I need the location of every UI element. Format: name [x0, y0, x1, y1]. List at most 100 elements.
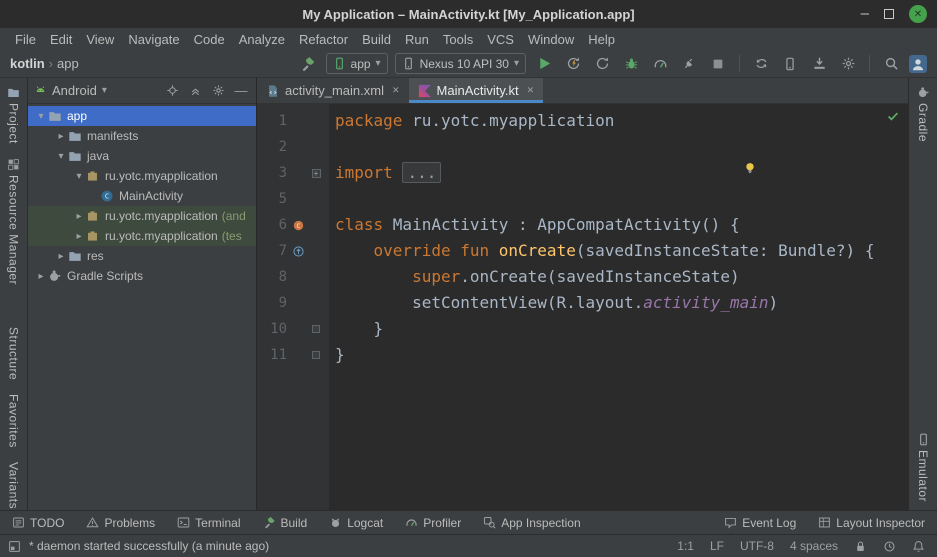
menu-file[interactable]: File	[8, 32, 43, 47]
chevron-collapsed-icon[interactable]: ▸	[54, 251, 68, 262]
menu-help[interactable]: Help	[581, 32, 622, 47]
fold-end-icon[interactable]	[312, 351, 320, 359]
toolbar-separator	[739, 55, 740, 72]
code-editor[interactable]: 1 2 3+ 5 6 7 8 9 10 11 package ru.yotc.m…	[257, 104, 908, 510]
chevron-collapsed-icon[interactable]: ▸	[72, 231, 86, 242]
profiler-icon[interactable]	[649, 53, 671, 75]
line-separator-indicator[interactable]: LF	[710, 539, 724, 553]
chevron-collapsed-icon[interactable]: ▸	[34, 271, 48, 282]
menu-build[interactable]: Build	[355, 32, 398, 47]
tool-button-problems[interactable]: Problems	[86, 516, 155, 530]
intention-bulb-icon[interactable]	[743, 161, 757, 175]
tool-stripe-favorites[interactable]: Favorites	[7, 394, 21, 448]
tool-stripe-variants[interactable]: Variants	[7, 462, 21, 509]
apply-code-changes-icon[interactable]	[591, 53, 613, 75]
attach-debugger-icon[interactable]	[678, 53, 700, 75]
tree-item-res[interactable]: ▸ res	[28, 246, 256, 266]
tree-item-package-main[interactable]: ▾ ru.yotc.myapplication	[28, 166, 256, 186]
device-label: Nexus 10 API 30	[420, 57, 509, 71]
tool-window-switcher-icon[interactable]	[8, 540, 21, 553]
build-hammer-icon[interactable]	[297, 53, 319, 75]
fold-end-icon[interactable]	[312, 325, 320, 333]
sync-project-icon[interactable]	[750, 53, 772, 75]
breadcrumb-module[interactable]: kotlin	[10, 56, 45, 71]
menu-refactor[interactable]: Refactor	[292, 32, 355, 47]
tool-stripe-project[interactable]: Project	[7, 86, 21, 144]
run-icon[interactable]	[533, 53, 555, 75]
tool-button-build[interactable]: Build	[263, 516, 308, 530]
tool-button-label: Logcat	[347, 516, 383, 530]
tab-mainactivity-kt[interactable]: MainActivity.kt ✕	[409, 78, 544, 103]
collapse-all-icon[interactable]	[186, 82, 204, 100]
menu-tools[interactable]: Tools	[436, 32, 480, 47]
breadcrumb-target[interactable]: app	[57, 56, 79, 71]
menu-code[interactable]: Code	[187, 32, 232, 47]
tree-item-manifests[interactable]: ▸ manifests	[28, 126, 256, 146]
editor-tab-bar: activity_main.xml ✕ MainActivity.kt ✕	[257, 78, 908, 104]
device-select[interactable]: Nexus 10 API 30 ▾	[395, 53, 526, 74]
tree-item-package-test[interactable]: ▸ ru.yotc.myapplication (tes	[28, 226, 256, 246]
chevron-collapsed-icon[interactable]: ▸	[72, 211, 86, 222]
indent-indicator[interactable]: 4 spaces	[790, 539, 838, 553]
menu-analyze[interactable]: Analyze	[232, 32, 292, 47]
tree-item-app[interactable]: ▾ app	[28, 106, 256, 126]
class-gutter-icon[interactable]	[292, 219, 305, 232]
tool-button-layout-inspector[interactable]: Layout Inspector	[818, 516, 925, 530]
minimize-button[interactable]: –	[861, 9, 869, 19]
tool-button-logcat[interactable]: Logcat	[329, 516, 383, 530]
apply-changes-icon[interactable]	[562, 53, 584, 75]
tree-item-gradle-scripts[interactable]: ▸ Gradle Scripts	[28, 266, 256, 286]
tree-item-mainactivity[interactable]: MainActivity	[28, 186, 256, 206]
lock-icon[interactable]	[854, 540, 867, 553]
tool-button-terminal[interactable]: Terminal	[177, 516, 240, 530]
menu-view[interactable]: View	[79, 32, 121, 47]
tab-activity-main-xml[interactable]: activity_main.xml ✕	[257, 78, 409, 103]
caret-position[interactable]: 1:1	[677, 539, 694, 553]
debug-icon[interactable]	[620, 53, 642, 75]
tool-button-event-log[interactable]: Event Log	[724, 516, 796, 530]
menu-edit[interactable]: Edit	[43, 32, 79, 47]
tool-stripe-resource-manager[interactable]: Resource Manager	[7, 158, 21, 285]
settings-gear-icon[interactable]	[837, 53, 859, 75]
tool-stripe-structure[interactable]: Structure	[7, 327, 21, 380]
sdk-manager-icon[interactable]	[808, 53, 830, 75]
chevron-expanded-icon[interactable]: ▾	[72, 171, 86, 182]
encoding-indicator[interactable]: UTF-8	[740, 539, 774, 553]
fold-expand-icon[interactable]: +	[312, 169, 321, 178]
project-view-select[interactable]: Android	[52, 83, 97, 98]
overriding-method-icon[interactable]	[292, 245, 305, 258]
close-button[interactable]: ✕	[909, 5, 927, 23]
locate-file-icon[interactable]	[163, 82, 181, 100]
profile-avatar-icon[interactable]	[909, 55, 927, 73]
tool-button-todo[interactable]: TODO	[12, 516, 64, 530]
tree-item-package-androidtest[interactable]: ▸ ru.yotc.myapplication (and	[28, 206, 256, 226]
menu-vcs[interactable]: VCS	[480, 32, 521, 47]
menu-navigate[interactable]: Navigate	[121, 32, 186, 47]
background-tasks-icon[interactable]	[883, 540, 896, 553]
close-tab-icon[interactable]: ✕	[392, 85, 400, 96]
line-number: 2	[257, 139, 287, 155]
inspections-ok-icon[interactable]	[886, 109, 900, 123]
hide-panel-icon[interactable]: —	[232, 82, 250, 100]
chevron-expanded-icon[interactable]: ▾	[34, 111, 48, 122]
tool-stripe-emulator[interactable]: Emulator	[916, 433, 930, 502]
run-configuration-select[interactable]: app ▾	[326, 53, 388, 74]
tool-stripe-gradle[interactable]: Gradle	[916, 86, 930, 142]
menu-window[interactable]: Window	[521, 32, 581, 47]
notifications-bell-icon[interactable]	[912, 540, 925, 553]
tool-button-profiler[interactable]: Profiler	[405, 516, 461, 530]
stop-icon[interactable]	[707, 53, 729, 75]
chevron-collapsed-icon[interactable]: ▸	[54, 131, 68, 142]
avd-manager-icon[interactable]	[779, 53, 801, 75]
close-tab-icon[interactable]: ✕	[527, 85, 535, 96]
panel-settings-gear-icon[interactable]	[209, 82, 227, 100]
gradle-icon	[48, 269, 63, 284]
search-everywhere-icon[interactable]	[880, 53, 902, 75]
title-bar[interactable]: My Application – MainActivity.kt [My_App…	[0, 0, 937, 28]
tool-button-app-inspection[interactable]: App Inspection	[483, 516, 580, 530]
menu-run[interactable]: Run	[398, 32, 436, 47]
folded-region[interactable]: ...	[402, 162, 441, 183]
maximize-button[interactable]	[884, 9, 894, 19]
chevron-expanded-icon[interactable]: ▾	[54, 151, 68, 162]
tree-item-java[interactable]: ▾ java	[28, 146, 256, 166]
